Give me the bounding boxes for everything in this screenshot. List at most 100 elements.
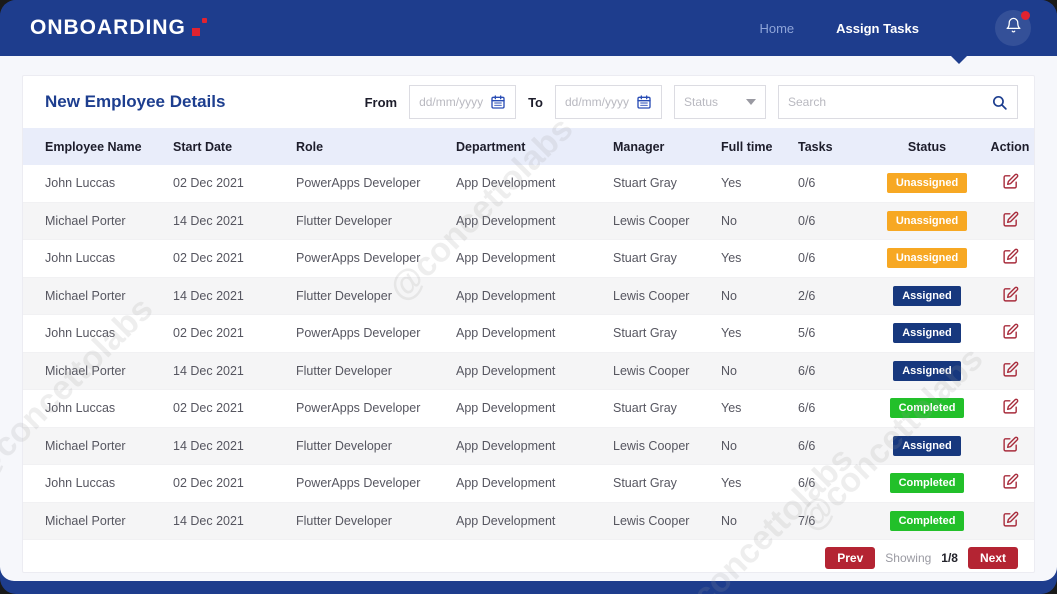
cell-manager: Stuart Gray bbox=[613, 326, 721, 340]
col-header-full-time: Full time bbox=[721, 140, 798, 154]
calendar-icon[interactable] bbox=[490, 94, 506, 110]
from-label: From bbox=[365, 95, 398, 110]
calendar-icon[interactable] bbox=[636, 94, 652, 110]
edit-action-button[interactable] bbox=[1002, 436, 1019, 456]
cell-manager: Stuart Gray bbox=[613, 476, 721, 490]
search-input[interactable] bbox=[788, 95, 991, 109]
notification-badge-dot bbox=[1021, 11, 1030, 20]
table-row: John Luccas 02 Dec 2021 PowerApps Develo… bbox=[23, 465, 1034, 503]
cell-department: App Development bbox=[456, 401, 613, 415]
cell-department: App Development bbox=[456, 176, 613, 190]
edit-action-button[interactable] bbox=[1002, 173, 1019, 193]
status-badge: Unassigned bbox=[887, 248, 967, 268]
cell-employee-name: Michael Porter bbox=[45, 214, 173, 228]
app-logo[interactable]: ONBOARDING bbox=[30, 16, 207, 40]
pagination-bar: Prev Showing 1/8 Next bbox=[23, 540, 1034, 576]
cell-employee-name: Michael Porter bbox=[45, 364, 173, 378]
cell-department: App Development bbox=[456, 514, 613, 528]
cell-manager: Stuart Gray bbox=[613, 251, 721, 265]
edit-icon bbox=[1002, 173, 1019, 193]
active-tab-caret-icon bbox=[951, 56, 967, 64]
cell-employee-name: Michael Porter bbox=[45, 514, 173, 528]
col-header-manager: Manager bbox=[613, 140, 721, 154]
to-date-field[interactable] bbox=[555, 85, 662, 119]
cell-tasks: 6/6 bbox=[798, 401, 868, 415]
next-button[interactable]: Next bbox=[968, 547, 1018, 569]
edit-icon bbox=[1002, 473, 1019, 493]
cell-role: PowerApps Developer bbox=[296, 176, 456, 190]
col-header-department: Department bbox=[456, 140, 613, 154]
col-header-employee-name: Employee Name bbox=[45, 140, 173, 154]
cell-full-time: No bbox=[721, 364, 798, 378]
logo-square-icon bbox=[192, 28, 200, 36]
cell-start-date: 02 Dec 2021 bbox=[173, 476, 296, 490]
col-header-start-date: Start Date bbox=[173, 140, 296, 154]
cell-department: App Development bbox=[456, 289, 613, 303]
table-row: Michael Porter 14 Dec 2021 Flutter Devel… bbox=[23, 203, 1034, 241]
table-body: John Luccas 02 Dec 2021 PowerApps Develo… bbox=[23, 165, 1034, 540]
edit-icon bbox=[1002, 511, 1019, 531]
cell-role: PowerApps Developer bbox=[296, 401, 456, 415]
status-badge: Unassigned bbox=[887, 211, 967, 231]
to-label: To bbox=[528, 95, 543, 110]
from-date-field[interactable] bbox=[409, 85, 516, 119]
cell-start-date: 14 Dec 2021 bbox=[173, 439, 296, 453]
to-date-input[interactable] bbox=[565, 95, 636, 109]
status-filter-select[interactable]: Status bbox=[674, 85, 766, 119]
cell-department: App Development bbox=[456, 364, 613, 378]
edit-action-button[interactable] bbox=[1002, 323, 1019, 343]
edit-action-button[interactable] bbox=[1002, 511, 1019, 531]
app-window: ONBOARDING Home Assign Tasks bbox=[0, 0, 1057, 594]
from-date-input[interactable] bbox=[419, 95, 490, 109]
edit-action-button[interactable] bbox=[1002, 211, 1019, 231]
table-header-row: Employee Name Start Date Role Department… bbox=[23, 128, 1034, 165]
chevron-down-icon bbox=[746, 99, 756, 105]
cell-employee-name: John Luccas bbox=[45, 251, 173, 265]
cell-department: App Development bbox=[456, 214, 613, 228]
table-row: Michael Porter 14 Dec 2021 Flutter Devel… bbox=[23, 428, 1034, 466]
cell-employee-name: John Luccas bbox=[45, 176, 173, 190]
table-row: Michael Porter 14 Dec 2021 Flutter Devel… bbox=[23, 278, 1034, 316]
status-badge: Completed bbox=[890, 473, 965, 493]
cell-role: PowerApps Developer bbox=[296, 326, 456, 340]
col-header-role: Role bbox=[296, 140, 456, 154]
nav-item-home[interactable]: Home bbox=[759, 21, 794, 36]
edit-icon bbox=[1002, 398, 1019, 418]
col-header-status: Status bbox=[908, 140, 946, 154]
filter-bar: New Employee Details From bbox=[23, 76, 1034, 128]
cell-tasks: 6/6 bbox=[798, 439, 868, 453]
cell-tasks: 0/6 bbox=[798, 251, 868, 265]
cell-start-date: 14 Dec 2021 bbox=[173, 364, 296, 378]
cell-full-time: Yes bbox=[721, 401, 798, 415]
cell-manager: Lewis Cooper bbox=[613, 514, 721, 528]
status-badge: Completed bbox=[890, 511, 965, 531]
status-badge: Assigned bbox=[893, 361, 961, 381]
table-row: John Luccas 02 Dec 2021 PowerApps Develo… bbox=[23, 315, 1034, 353]
edit-action-button[interactable] bbox=[1002, 286, 1019, 306]
cell-department: App Development bbox=[456, 251, 613, 265]
cell-department: App Development bbox=[456, 439, 613, 453]
notifications-button[interactable] bbox=[995, 10, 1031, 46]
edit-action-button[interactable] bbox=[1002, 473, 1019, 493]
cell-role: PowerApps Developer bbox=[296, 251, 456, 265]
edit-action-button[interactable] bbox=[1002, 248, 1019, 268]
main-nav: Home Assign Tasks bbox=[759, 10, 1031, 46]
edit-action-button[interactable] bbox=[1002, 361, 1019, 381]
cell-department: App Development bbox=[456, 476, 613, 490]
edit-icon bbox=[1002, 361, 1019, 381]
nav-item-assign-tasks[interactable]: Assign Tasks bbox=[836, 21, 919, 36]
search-field[interactable] bbox=[778, 85, 1018, 119]
edit-icon bbox=[1002, 248, 1019, 268]
cell-start-date: 02 Dec 2021 bbox=[173, 176, 296, 190]
cell-start-date: 02 Dec 2021 bbox=[173, 251, 296, 265]
search-icon[interactable] bbox=[991, 94, 1008, 111]
cell-role: PowerApps Developer bbox=[296, 476, 456, 490]
table-row: John Luccas 02 Dec 2021 PowerApps Develo… bbox=[23, 390, 1034, 428]
cell-full-time: No bbox=[721, 439, 798, 453]
cell-manager: Lewis Cooper bbox=[613, 214, 721, 228]
status-badge: Assigned bbox=[893, 286, 961, 306]
prev-button[interactable]: Prev bbox=[825, 547, 875, 569]
cell-manager: Lewis Cooper bbox=[613, 439, 721, 453]
edit-action-button[interactable] bbox=[1002, 398, 1019, 418]
employee-details-card: New Employee Details From bbox=[22, 75, 1035, 573]
